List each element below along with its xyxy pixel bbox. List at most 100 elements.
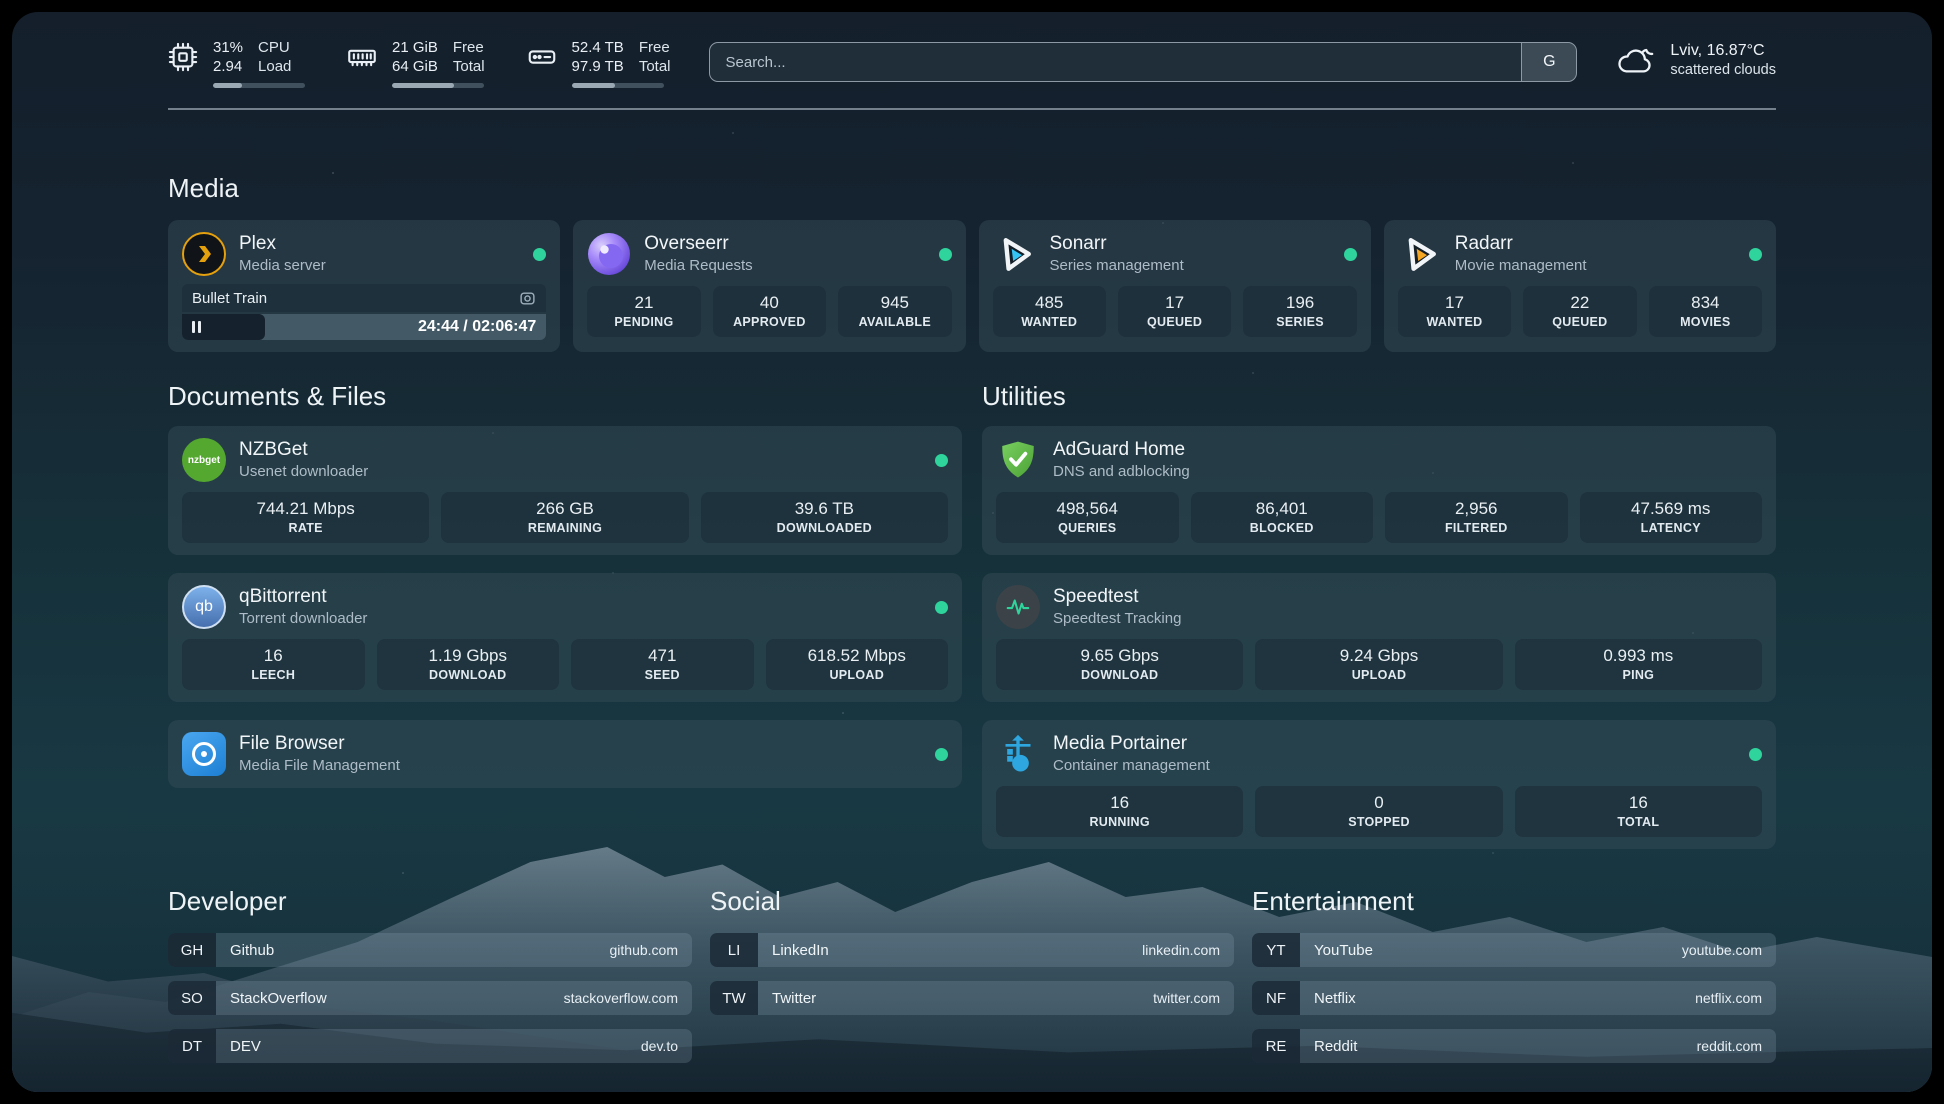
filebrowser-icon [182,732,226,776]
stat-value: 471 [575,645,750,666]
stat-label: SERIES [1247,314,1352,330]
stat-box: 618.52 MbpsUPLOAD [766,639,949,690]
service-card-filebrowser[interactable]: File Browser Media File Management [168,720,962,788]
section-heading-developer: Developer [168,885,692,917]
speedtest-icon [996,585,1040,629]
search-provider-button[interactable]: G [1521,43,1576,81]
cloud-moon-icon [1615,42,1657,78]
section-heading-media: Media [168,172,1776,204]
stat-box: 40APPROVED [713,286,826,337]
sonarr-icon [993,232,1037,276]
stat-label: LATENCY [1584,520,1759,536]
service-card-sonarr[interactable]: Sonarr Series management 485WANTED17QUEU… [979,220,1371,352]
search-input[interactable] [710,43,1522,81]
service-card-qbittorrent[interactable]: qb qBittorrent Torrent downloader 16LEEC… [168,573,962,702]
playback-time: 24:44 / 02:06:47 [418,318,546,336]
service-name: File Browser [239,732,400,756]
service-card-plex[interactable]: Plex Media server Bullet Train [168,220,560,352]
bookmark-domain: github.com [610,933,692,967]
stat-value: 618.52 Mbps [770,645,945,666]
search-bar[interactable]: G [709,42,1578,82]
memory-icon [347,42,377,72]
entertainment-links-list: YTYouTubeyoutube.com NFNetflixnetflix.com… [1252,933,1776,1063]
status-dot [935,454,948,467]
stat-box: 945AVAILABLE [838,286,951,337]
stat-value: 485 [997,292,1102,313]
topbar-divider [168,108,1776,110]
stats-row: 9.65 GbpsDOWNLOAD9.24 GbpsUPLOAD0.993 ms… [996,639,1762,690]
bookmark-netflix[interactable]: NFNetflixnetflix.com [1252,981,1776,1015]
stat-value: 266 GB [445,498,684,519]
cpu-icon [168,42,198,72]
qbittorrent-icon-text: qb [195,598,213,616]
memory-progress-fill [392,83,454,88]
pause-icon [198,321,201,333]
service-desc: Speedtest Tracking [1053,609,1181,629]
stat-label: REMAINING [445,520,684,536]
entertainment-links-column: Entertainment YTYouTubeyoutube.comNFNetf… [1252,885,1776,1077]
stat-value: 196 [1247,292,1352,313]
service-card-radarr[interactable]: Radarr Movie management 17WANTED22QUEUED… [1384,220,1776,352]
bookmark-abbr: TW [710,981,758,1015]
bookmark-name: LinkedIn [758,933,829,967]
bookmark-youtube[interactable]: YTYouTubeyoutube.com [1252,933,1776,967]
service-name: NZBGet [239,438,368,462]
disk-progress-track [572,83,664,88]
service-desc: Movie management [1455,256,1587,276]
bookmark-github[interactable]: GHGithubgithub.com [168,933,692,967]
load-label: Load [258,57,291,76]
stat-box: 17WANTED [1398,286,1511,337]
stats-row: 21PENDING40APPROVED945AVAILABLE [587,286,951,337]
disk-icon [527,42,557,72]
status-dot [939,248,952,261]
now-playing-widget: Bullet Train 24:44 / 02:06:47 [182,284,546,340]
service-card-overseerr[interactable]: Overseerr Media Requests 21PENDING40APPR… [573,220,965,352]
stats-row: 744.21 MbpsRATE266 GBREMAINING39.6 TBDOW… [182,492,948,543]
memory-widget: 21 GiB 64 GiB Free Total [347,38,485,88]
bookmark-abbr: GH [168,933,216,967]
bookmark-abbr: LI [710,933,758,967]
section-heading-documents: Documents & Files [168,380,962,412]
social-links-column: Social LILinkedInlinkedin.comTWTwittertw… [710,885,1234,1077]
system-stats: 31% 2.94 CPU Load 2 [168,38,671,88]
service-desc: Media File Management [239,756,400,776]
documents-column: nzbget NZBGet Usenet downloader 744.21 M… [168,426,962,788]
memory-total-value: 64 GiB [392,57,438,76]
service-card-nzbget[interactable]: nzbget NZBGet Usenet downloader 744.21 M… [168,426,962,555]
bookmark-stackoverflow[interactable]: SOStackOverflowstackoverflow.com [168,981,692,1015]
bookmark-linkedin[interactable]: LILinkedInlinkedin.com [710,933,1234,967]
stat-box: 1.19 GbpsDOWNLOAD [377,639,560,690]
bookmark-dev[interactable]: DTDEVdev.to [168,1029,692,1063]
stat-label: STOPPED [1259,814,1498,830]
service-desc: Usenet downloader [239,462,368,482]
service-name: Radarr [1455,232,1587,256]
bookmark-domain: netflix.com [1695,981,1776,1015]
stat-label: BLOCKED [1195,520,1370,536]
service-name: qBittorrent [239,585,367,609]
stat-value: 40 [717,292,822,313]
bookmark-twitter[interactable]: TWTwittertwitter.com [710,981,1234,1015]
camera-icon [519,290,536,307]
service-card-portainer[interactable]: Media Portainer Container management 16R… [982,720,1776,849]
bookmark-domain: youtube.com [1682,933,1776,967]
stat-box: 16RUNNING [996,786,1243,837]
stat-value: 945 [842,292,947,313]
service-card-adguard[interactable]: AdGuard Home DNS and adblocking 498,564Q… [982,426,1776,555]
bookmark-reddit[interactable]: RERedditreddit.com [1252,1029,1776,1063]
stat-value: 1.19 Gbps [381,645,556,666]
memory-free-value: 21 GiB [392,38,438,57]
service-name: AdGuard Home [1053,438,1190,462]
stat-label: APPROVED [717,314,822,330]
service-card-speedtest[interactable]: Speedtest Speedtest Tracking 9.65 GbpsDO… [982,573,1776,702]
bookmark-name: StackOverflow [216,981,327,1015]
stat-value: 834 [1653,292,1758,313]
service-name: Media Portainer [1053,732,1210,756]
stat-value: 17 [1402,292,1507,313]
service-name: Sonarr [1050,232,1184,256]
bookmark-abbr: DT [168,1029,216,1063]
stat-box: 39.6 TBDOWNLOADED [701,492,948,543]
memory-progress-track [392,83,484,88]
status-dot [1749,748,1762,761]
stat-box: 17QUEUED [1118,286,1231,337]
playback-progress-bar: 24:44 / 02:06:47 [182,314,546,340]
